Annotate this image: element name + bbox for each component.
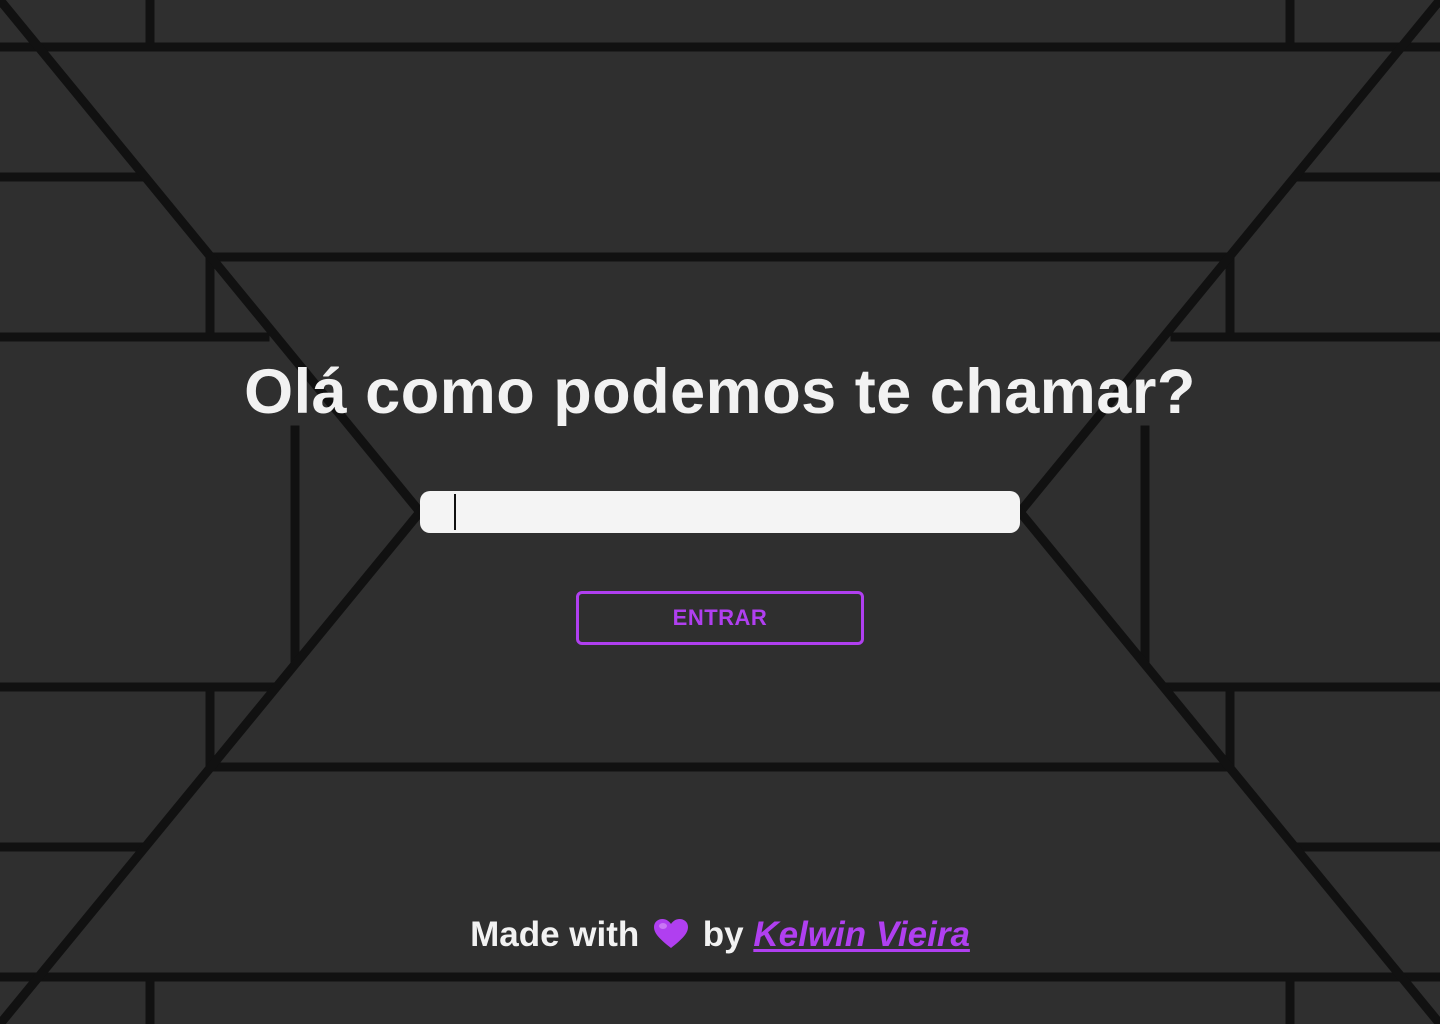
- name-input[interactable]: [420, 491, 1020, 533]
- author-link[interactable]: Kelwin Vieira: [753, 915, 970, 954]
- footer-by: by: [702, 915, 744, 954]
- page-title: Olá como podemos te chamar?: [244, 357, 1196, 427]
- footer-made-with: Made with: [470, 915, 640, 954]
- text-caret: [454, 494, 456, 530]
- enter-button[interactable]: ENTRAR: [576, 591, 864, 645]
- footer: Made with by Kelwin Vieira: [0, 915, 1440, 959]
- purple-heart-icon: [653, 918, 689, 959]
